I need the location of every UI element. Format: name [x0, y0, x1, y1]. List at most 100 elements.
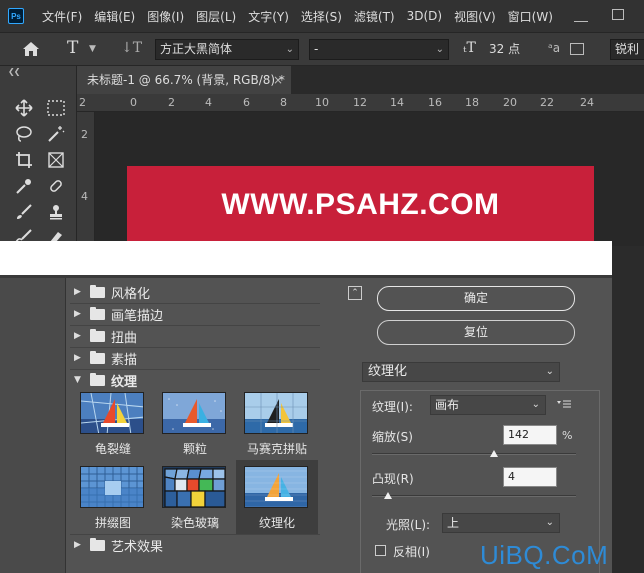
text-orientation-icon[interactable]: ↓T: [121, 40, 142, 56]
minimize-icon[interactable]: [574, 8, 588, 22]
expand-arrow-icon: ▶: [74, 287, 81, 297]
move-tool-icon[interactable]: [14, 98, 34, 118]
collapse-arrow-icon: ▼: [74, 375, 81, 385]
filter-preview-image: [244, 466, 308, 508]
menu-filter[interactable]: 滤镜(T): [348, 8, 401, 25]
category-brush-strokes[interactable]: ▶ 画笔描边: [70, 304, 320, 324]
invert-label: 反相(I): [393, 545, 430, 559]
category-artistic[interactable]: ▶ 艺术效果: [70, 535, 320, 555]
menu-type[interactable]: 文字(Y): [242, 8, 295, 25]
light-select[interactable]: 上 ⌄: [442, 513, 560, 533]
filter-preview-image: [162, 392, 226, 434]
preview-pane[interactable]: [0, 278, 66, 573]
menu-image[interactable]: 图像(I): [141, 8, 190, 25]
relief-slider-handle[interactable]: [384, 492, 393, 499]
category-label: 艺术效果: [111, 539, 164, 555]
expand-arrow-icon: ▶: [74, 353, 81, 363]
relief-label: 凸现(R): [372, 472, 414, 486]
filter-label: 染色玻璃: [170, 516, 219, 530]
category-stylize[interactable]: ▶ 风格化: [70, 282, 320, 302]
eyedropper-tool-icon[interactable]: [14, 176, 34, 196]
type-tool-icon[interactable]: T: [67, 38, 78, 58]
scale-label: 缩放(S): [372, 430, 413, 444]
horizontal-ruler: 2 0 2 4 6 8 10 12 14 16 18 20 22 24: [77, 94, 644, 112]
relief-input[interactable]: 4: [503, 467, 557, 487]
category-sketch[interactable]: ▶ 素描: [70, 348, 320, 368]
scale-slider-track[interactable]: [372, 453, 576, 455]
filter-thumb-grain[interactable]: 颗粒: [154, 386, 236, 460]
clone-stamp-tool-icon[interactable]: [46, 202, 66, 222]
document-tab-bar: 未标题-1 @ 66.7% (背景, RGB/8) * ×: [77, 66, 644, 94]
filter-thumb-mosaic-tiles[interactable]: 马赛克拼贴: [236, 386, 318, 460]
reset-button[interactable]: 复位: [377, 320, 575, 345]
ok-button[interactable]: 确定: [377, 286, 575, 311]
scale-input[interactable]: 142: [503, 425, 557, 445]
folder-icon: [90, 350, 105, 364]
filter-thumb-stained-glass[interactable]: 染色玻璃: [154, 460, 236, 534]
frame-tool-icon[interactable]: [46, 150, 66, 170]
expand-arrow-icon: ▶: [74, 331, 81, 341]
ruler-tick-label: 14: [390, 96, 404, 109]
filter-thumb-patchwork[interactable]: 拼缀图: [72, 460, 154, 534]
filter-label: 龟裂缝: [94, 442, 131, 456]
ruler-tick-label: 8: [280, 96, 287, 109]
menu-select[interactable]: 选择(S): [295, 8, 348, 25]
banner-text: WWW.PSAHZ.COM: [221, 188, 500, 221]
watermark-logo: UiBQ.CoM: [480, 540, 609, 570]
dialog-title-bar: [0, 241, 612, 275]
menu-edit[interactable]: 编辑(E): [88, 8, 141, 25]
texture-select[interactable]: 画布 ⌄: [430, 395, 546, 415]
folder-icon: [90, 306, 105, 320]
font-family-select[interactable]: 方正大黑简体 ⌄: [155, 39, 299, 60]
menu-file[interactable]: 文件(F): [36, 8, 88, 25]
ruler-tick-label: 2: [168, 96, 175, 109]
red-banner[interactable]: WWW.PSAHZ.COM: [127, 166, 594, 246]
invert-checkbox[interactable]: [375, 545, 386, 556]
menu-bar: Ps 文件(F) 编辑(E) 图像(I) 图层(L) 文字(Y) 选择(S) 滤…: [0, 0, 644, 32]
chevron-down-icon[interactable]: ▼: [89, 44, 96, 54]
category-label: 扭曲: [111, 330, 138, 346]
category-label: 素描: [111, 352, 138, 368]
align-icon[interactable]: [570, 43, 584, 55]
ruler-tick-label: 24: [580, 96, 594, 109]
home-icon[interactable]: [22, 41, 40, 57]
filter-thumb-craquelure[interactable]: 龟裂缝: [72, 386, 154, 460]
chevron-down-icon: ⌄: [531, 399, 540, 410]
menu-layer[interactable]: 图层(L): [190, 8, 242, 25]
photoshop-logo-icon: Ps: [8, 8, 24, 24]
texture-menu-icon[interactable]: [557, 399, 571, 409]
collapse-panel-icon[interactable]: ❮❮: [8, 67, 20, 76]
brush-tool-icon[interactable]: [14, 202, 34, 222]
expand-arrow-icon: ▶: [74, 309, 81, 319]
magic-wand-tool-icon[interactable]: [46, 124, 66, 144]
filter-select[interactable]: 纹理化 ⌄: [362, 362, 560, 382]
healing-brush-tool-icon[interactable]: [46, 176, 66, 196]
font-style-select[interactable]: - ⌄: [309, 39, 449, 60]
folder-icon: [90, 328, 105, 342]
folder-open-icon: [90, 372, 105, 386]
folder-icon: [90, 284, 105, 298]
menu-3d[interactable]: 3D(D): [401, 9, 448, 23]
menu-window[interactable]: 窗口(W): [502, 8, 559, 25]
chevron-down-icon: ⌄: [435, 44, 444, 55]
marquee-tool-icon[interactable]: [46, 98, 66, 118]
filter-label: 纹理化: [258, 516, 295, 530]
lasso-tool-icon[interactable]: [14, 124, 34, 144]
close-icon[interactable]: ×: [273, 66, 283, 94]
relief-slider-track[interactable]: [372, 495, 576, 497]
collapse-gallery-button[interactable]: ⌃: [348, 286, 362, 300]
filter-thumb-texturizer[interactable]: 纹理化: [236, 460, 318, 534]
filter-label: 拼缀图: [94, 516, 131, 530]
maximize-icon[interactable]: [612, 9, 624, 20]
font-size-field[interactable]: 32 点: [489, 39, 545, 60]
filter-preview-image: [80, 466, 144, 508]
scale-unit: %: [562, 429, 573, 442]
document-tab[interactable]: 未标题-1 @ 66.7% (背景, RGB/8) * ×: [77, 66, 291, 94]
crop-tool-icon[interactable]: [14, 150, 34, 170]
anti-alias-select[interactable]: 锐利: [610, 39, 644, 60]
ruler-tick-label: 16: [428, 96, 442, 109]
category-distort[interactable]: ▶ 扭曲: [70, 326, 320, 346]
menu-view[interactable]: 视图(V): [448, 8, 502, 25]
chevron-down-icon: ⌄: [545, 517, 554, 528]
scale-slider-handle[interactable]: [490, 450, 499, 457]
